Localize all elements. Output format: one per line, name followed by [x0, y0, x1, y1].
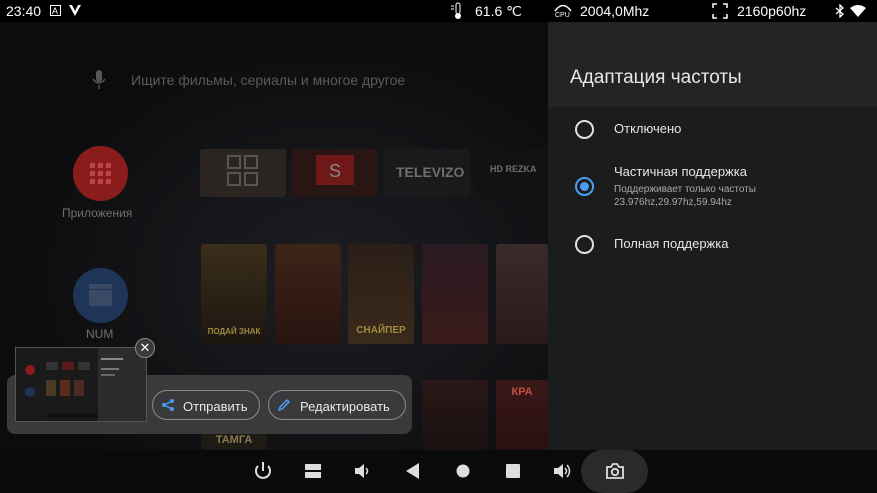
option-description: Поддерживает только частоты 23.976hz,29.…: [614, 184, 756, 208]
navigation-bar: [0, 450, 877, 493]
option-full-support[interactable]: Полная поддержка: [548, 233, 877, 273]
temperature-value: 61.6 ℃: [475, 3, 522, 19]
thumbnail-preview-image: [16, 348, 98, 421]
poster-caption: СНАЙПЕР: [356, 325, 406, 336]
option-partial-support[interactable]: Частичная поддержка Поддерживает только …: [548, 162, 877, 217]
panel-header: Адаптация частоты: [548, 22, 877, 107]
movie-poster[interactable]: [422, 244, 488, 344]
wifi-icon: [850, 5, 866, 17]
apps-button[interactable]: [73, 146, 128, 201]
camera-icon: [606, 463, 624, 479]
s-app-icon: S: [316, 155, 354, 185]
poster-caption: ПОДАЙ ЗНАК: [207, 327, 261, 336]
movie-poster[interactable]: СНАЙПЕР: [348, 244, 414, 344]
app-tile-grid[interactable]: [200, 149, 286, 197]
bluetooth-icon: [835, 4, 844, 18]
edit-label: Редактировать: [300, 399, 390, 414]
option-disabled[interactable]: Отключено: [548, 117, 877, 157]
screenshot-thumbnail[interactable]: [15, 347, 147, 422]
cpu-frequency: 2004,0Mhz: [580, 3, 650, 19]
screenshot-button[interactable]: [581, 450, 648, 493]
volume-down-icon[interactable]: [352, 460, 374, 482]
thumbnail-panel-lines: [101, 358, 123, 376]
layers-icon[interactable]: [302, 460, 324, 482]
thermometer-icon: [451, 2, 461, 19]
cpu-label: CPU: [555, 12, 570, 19]
app-tile-s[interactable]: S: [292, 149, 378, 197]
option-label: Отключено: [614, 121, 682, 136]
notification-a-icon: A: [50, 5, 61, 16]
clock: 23:40: [6, 3, 42, 19]
pencil-icon: [277, 398, 291, 412]
resolution-value: 2160p60hz: [737, 3, 807, 19]
send-label: Отправить: [183, 399, 248, 414]
movie-poster[interactable]: ПОДАЙ ЗНАК: [201, 244, 267, 344]
share-icon: [162, 399, 174, 411]
movie-poster[interactable]: [422, 380, 488, 450]
thumbnail-panel-preview: [98, 348, 146, 421]
radio-button-selected[interactable]: [575, 177, 594, 196]
num-label: NUM: [86, 327, 114, 341]
movie-poster[interactable]: [275, 244, 341, 344]
microphone-icon[interactable]: [92, 70, 106, 90]
svg-text:A: A: [52, 6, 58, 16]
option-label: Полная поддержка: [614, 236, 729, 251]
clapperboard-icon: [89, 284, 112, 306]
power-icon[interactable]: [252, 460, 274, 482]
close-thumbnail-button[interactable]: ✕: [135, 338, 155, 358]
search-input[interactable]: Ищите фильмы, сериалы и многое другое: [131, 72, 405, 88]
apps-label: Приложения: [62, 206, 133, 220]
cpu-chip-icon: [554, 4, 572, 12]
back-icon[interactable]: [402, 460, 424, 482]
send-button[interactable]: Отправить: [152, 390, 260, 420]
svg-text:S: S: [329, 161, 341, 181]
app-tile-televizo[interactable]: TELEVIZO: [384, 149, 470, 197]
movie-poster[interactable]: [496, 244, 548, 344]
display-resolution-icon: [712, 3, 728, 19]
volume-up-icon[interactable]: [552, 460, 574, 482]
panel-title: Адаптация частоты: [570, 67, 742, 88]
edit-button[interactable]: Редактировать: [268, 390, 406, 420]
option-label: Частичная поддержка: [614, 164, 747, 179]
hdrezka-label: HD REZKA: [490, 164, 537, 174]
notification-v-icon: [69, 5, 81, 16]
apps-grid-icon: [90, 163, 111, 184]
app-tile-hdrezka[interactable]: HD REZKA: [476, 149, 548, 197]
refresh-rate-panel: Адаптация частоты Отключено Частичная по…: [548, 22, 877, 450]
poster-caption: КРА: [511, 386, 533, 398]
status-bar: 23:40 A 61.6 ℃ CPU 2004,0Mhz 2160p60hz: [0, 0, 877, 22]
radio-button[interactable]: [575, 235, 594, 254]
poster-caption: ТАМГА: [215, 434, 253, 446]
televizo-label: TELEVIZO: [396, 164, 465, 180]
num-button[interactable]: [73, 268, 128, 323]
radio-button[interactable]: [575, 120, 594, 139]
movie-poster[interactable]: КРА: [496, 380, 548, 450]
app-grid-icon: [227, 155, 258, 186]
recents-icon[interactable]: [502, 460, 524, 482]
home-icon[interactable]: [452, 460, 474, 482]
